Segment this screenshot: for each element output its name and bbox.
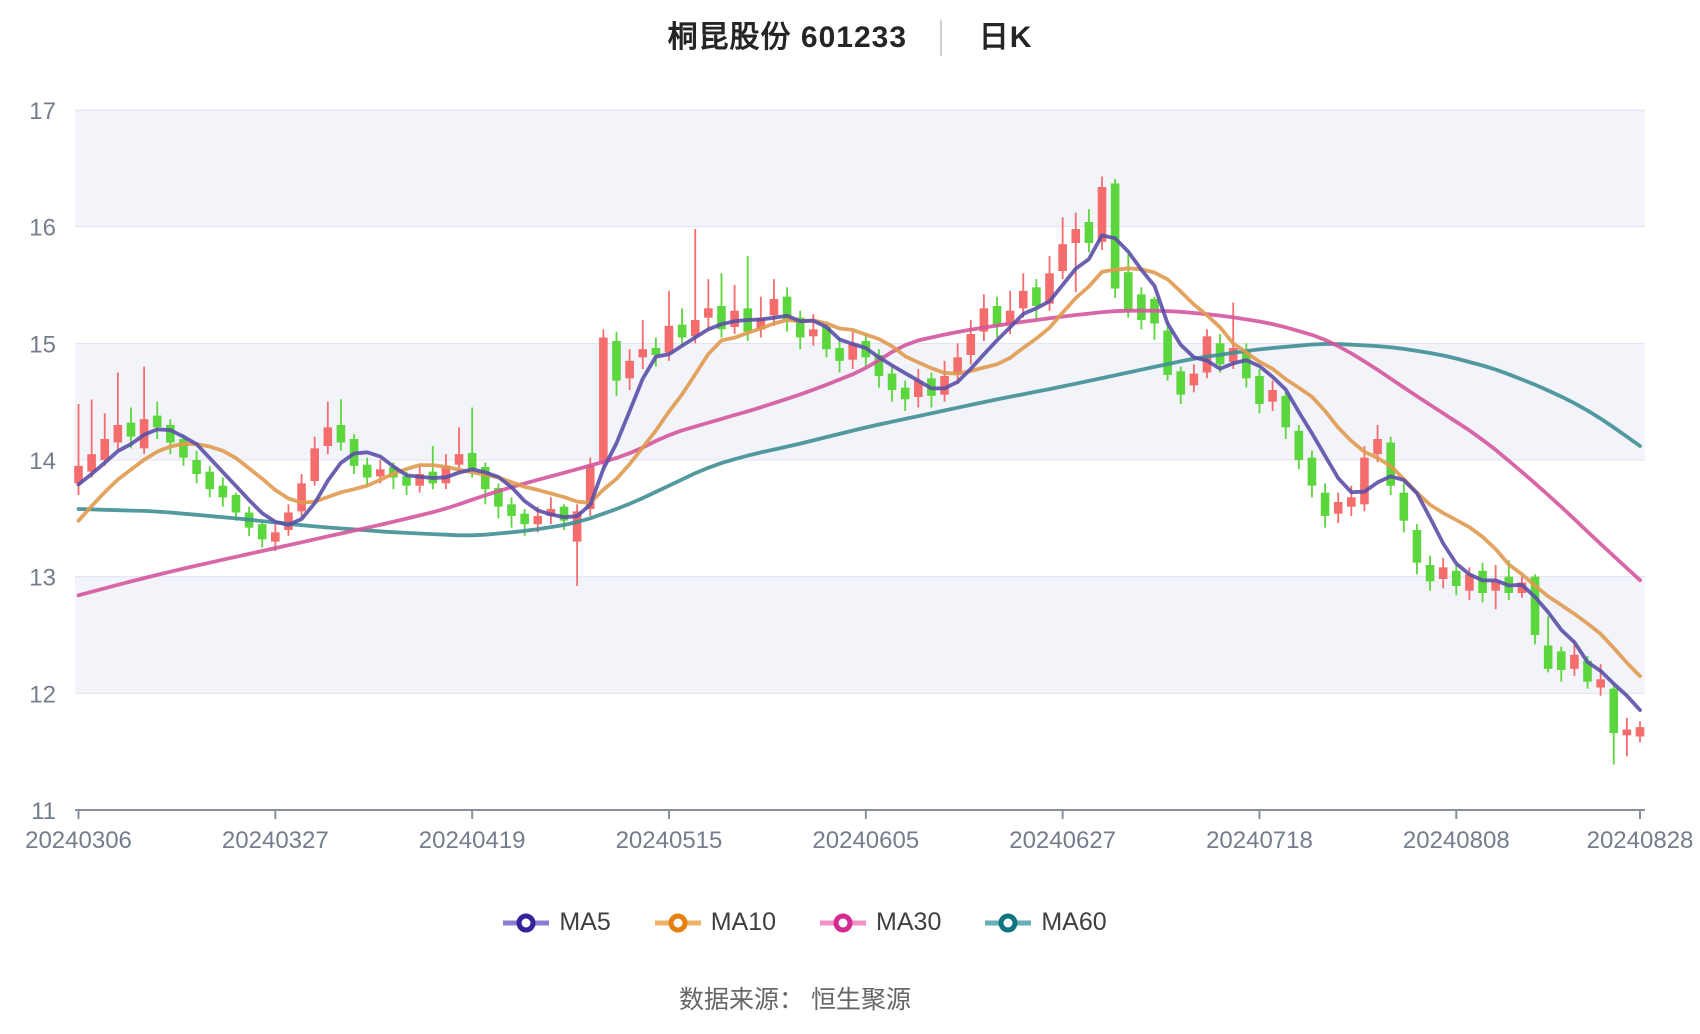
x-tick-label: 20240419	[419, 827, 526, 854]
x-tick-label: 20240515	[616, 827, 723, 854]
y-tick-label: 16	[29, 215, 56, 242]
data-source-label: 数据来源：	[679, 986, 804, 1014]
y-tick-label: 13	[29, 565, 56, 592]
y-tick-label: 17	[29, 98, 56, 125]
y-axis-labels: 11 12 13 14 15 16 17	[29, 98, 56, 825]
legend-label-ma60: MA60	[1041, 908, 1106, 937]
data-source-value: 恒生聚源	[811, 986, 911, 1014]
x-tick-label: 20240718	[1206, 827, 1313, 854]
legend-item-ma5[interactable]: MA5	[503, 908, 610, 937]
legend-label-ma30: MA30	[876, 908, 941, 937]
x-tick-label: 20240605	[812, 827, 919, 854]
x-tick-label: 20240808	[1403, 827, 1510, 854]
legend-item-ma60[interactable]: MA60	[985, 908, 1106, 937]
x-tick-label: 20240627	[1009, 827, 1116, 854]
legend-label-ma5: MA5	[559, 908, 610, 937]
ma5-legend-marker	[503, 911, 549, 935]
x-tick-label: 20240327	[222, 827, 329, 854]
x-tick-label: 20240306	[25, 827, 132, 854]
ma-legend: MA5 MA10 MA30 MA60	[0, 908, 1655, 940]
legend-label-ma10: MA10	[711, 908, 776, 937]
y-tick-label: 12	[29, 681, 56, 708]
y-tick-label: 14	[29, 448, 56, 475]
legend-item-ma30[interactable]: MA30	[820, 908, 941, 937]
legend-item-ma10[interactable]: MA10	[655, 908, 776, 937]
split-area-bands	[75, 110, 1645, 693]
ma30-legend-marker	[820, 911, 866, 935]
ma10-legend-marker	[655, 911, 701, 935]
ma60-legend-marker	[985, 911, 1031, 935]
y-tick-label: 15	[29, 331, 56, 358]
data-source: 数据来源： 恒生聚源	[0, 980, 1645, 1016]
y-tick-label: 11	[31, 798, 56, 825]
x-tick-label: 20240828	[1587, 827, 1694, 854]
kline-chart[interactable]: 20240306 20240327 20240419 20240515 20240605…	[0, 0, 1700, 1034]
x-axis: 20240306 20240327 20240419 20240515 20240605…	[25, 810, 1693, 854]
